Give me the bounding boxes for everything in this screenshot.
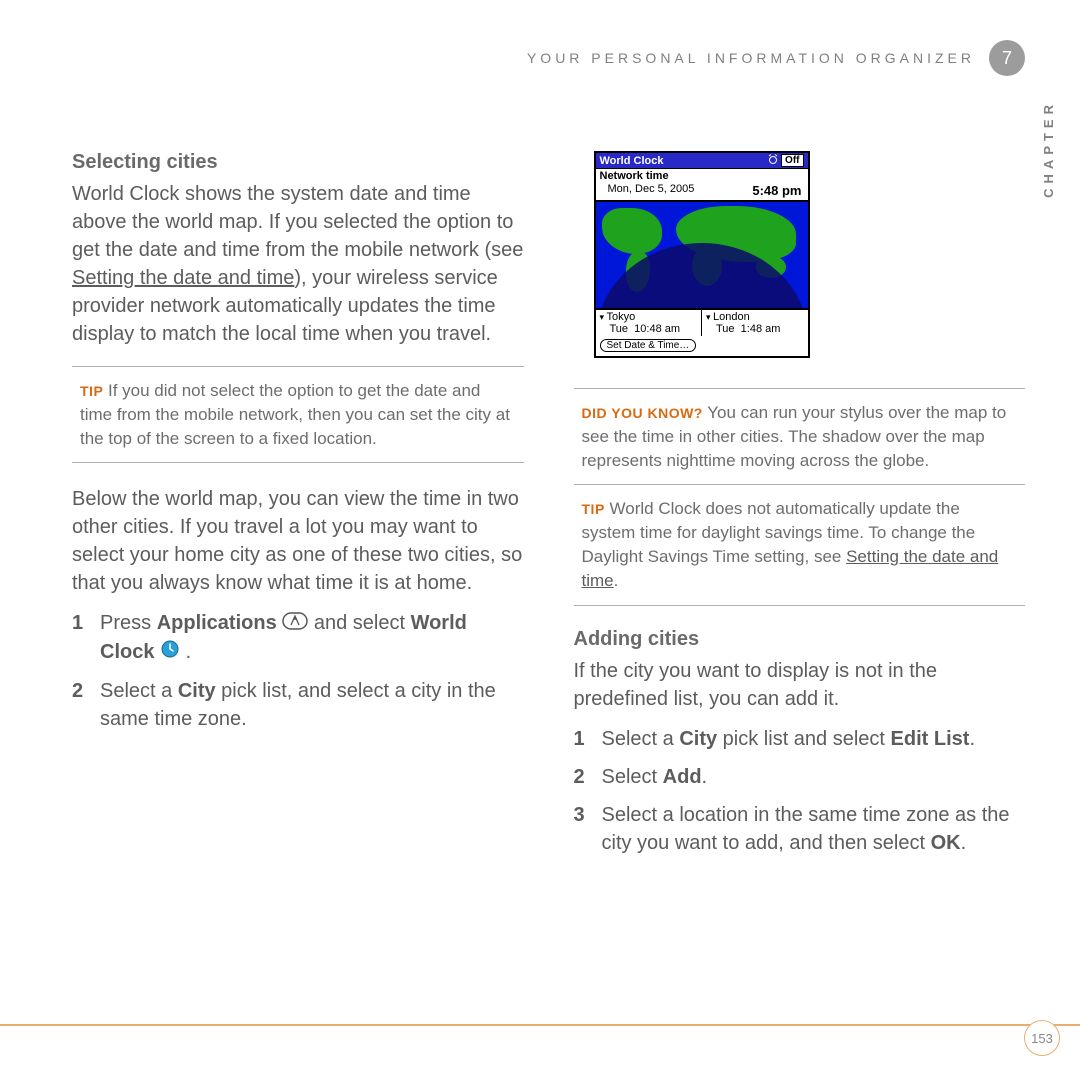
tip2-b: . xyxy=(614,571,619,590)
dyk-label: DID YOU KNOW? xyxy=(582,405,703,421)
step1-b: Applications xyxy=(157,612,277,634)
device-title: World Clock xyxy=(600,155,664,167)
add-step-2: Select Add. xyxy=(574,763,1026,791)
device-city2-time: 1:48 am xyxy=(741,323,781,335)
add-step-1: Select a City pick list and select Edit … xyxy=(574,725,1026,753)
applications-icon xyxy=(282,610,308,638)
header-section-title: YOUR PERSONAL INFORMATION ORGANIZER xyxy=(527,50,975,66)
device-world-map xyxy=(596,202,808,310)
step2-a: Select a xyxy=(100,680,178,702)
tip-block-2: TIP World Clock does not automatically u… xyxy=(574,485,1026,605)
tip2-label: TIP xyxy=(582,501,605,517)
a1c: pick list and select xyxy=(717,728,890,750)
step-2: Select a City pick list, and select a ci… xyxy=(72,677,524,733)
world-clock-screenshot: World Clock Off Network time Mon, Dec 5,… xyxy=(594,151,810,358)
a3c: . xyxy=(961,832,967,854)
step-1: Press Applications and select World Cloc… xyxy=(72,609,524,666)
tip-block-1: TIP If you did not select the option to … xyxy=(72,366,524,463)
a1a: Select a xyxy=(602,728,680,750)
step1-e: . xyxy=(180,641,191,663)
a2c: . xyxy=(702,766,708,788)
world-clock-icon xyxy=(160,639,180,667)
a1e: . xyxy=(969,728,975,750)
device-city1-day: Tue xyxy=(610,323,629,335)
a1d: Edit List xyxy=(891,728,970,750)
heading-adding-cities: Adding cities xyxy=(574,628,1026,651)
device-off-button: Off xyxy=(781,154,803,167)
step1-c: and select xyxy=(314,612,411,634)
device-time: 5:48 pm xyxy=(752,183,801,198)
device-city1-time: 10:48 am xyxy=(634,323,680,335)
a3b: OK xyxy=(931,832,961,854)
footer-rule xyxy=(0,1024,1080,1026)
step2-b: City xyxy=(178,680,216,702)
device-date: Mon, Dec 5, 2005 xyxy=(608,183,695,198)
para-intro: World Clock shows the system date and ti… xyxy=(72,180,524,348)
steps-adding: Select a City pick list and select Edit … xyxy=(574,725,1026,857)
link-setting-date-time[interactable]: Setting the date and time xyxy=(72,267,294,289)
a2a: Select xyxy=(602,766,663,788)
device-set-date-time-button: Set Date & Time… xyxy=(600,339,697,352)
step1-a: Press xyxy=(100,612,157,634)
a2b: Add xyxy=(663,766,702,788)
steps-selecting: Press Applications and select World Cloc… xyxy=(72,609,524,732)
device-city2-day: Tue xyxy=(716,323,735,335)
alarm-icon xyxy=(767,154,779,167)
heading-selecting-cities: Selecting cities xyxy=(72,151,524,174)
page-number: 153 xyxy=(1024,1020,1060,1056)
para-intro-a: World Clock shows the system date and ti… xyxy=(72,183,523,261)
chapter-side-label: CHAPTER xyxy=(1041,100,1056,198)
device-network-time-label: Network time xyxy=(596,169,808,183)
add-step-3: Select a location in the same time zone … xyxy=(574,801,1026,857)
a1b: City xyxy=(679,728,717,750)
tip-text-1: If you did not select the option to get … xyxy=(80,381,510,448)
device-city2-name: London xyxy=(706,311,804,323)
para-below-map: Below the world map, you can view the ti… xyxy=(72,485,524,597)
chapter-number-badge: 7 xyxy=(989,40,1025,76)
device-city1-name: Tokyo xyxy=(600,311,698,323)
para-adding-intro: If the city you want to display is not i… xyxy=(574,657,1026,713)
tip-label: TIP xyxy=(80,383,103,399)
did-you-know-block: DID YOU KNOW? You can run your stylus ov… xyxy=(574,388,1026,485)
